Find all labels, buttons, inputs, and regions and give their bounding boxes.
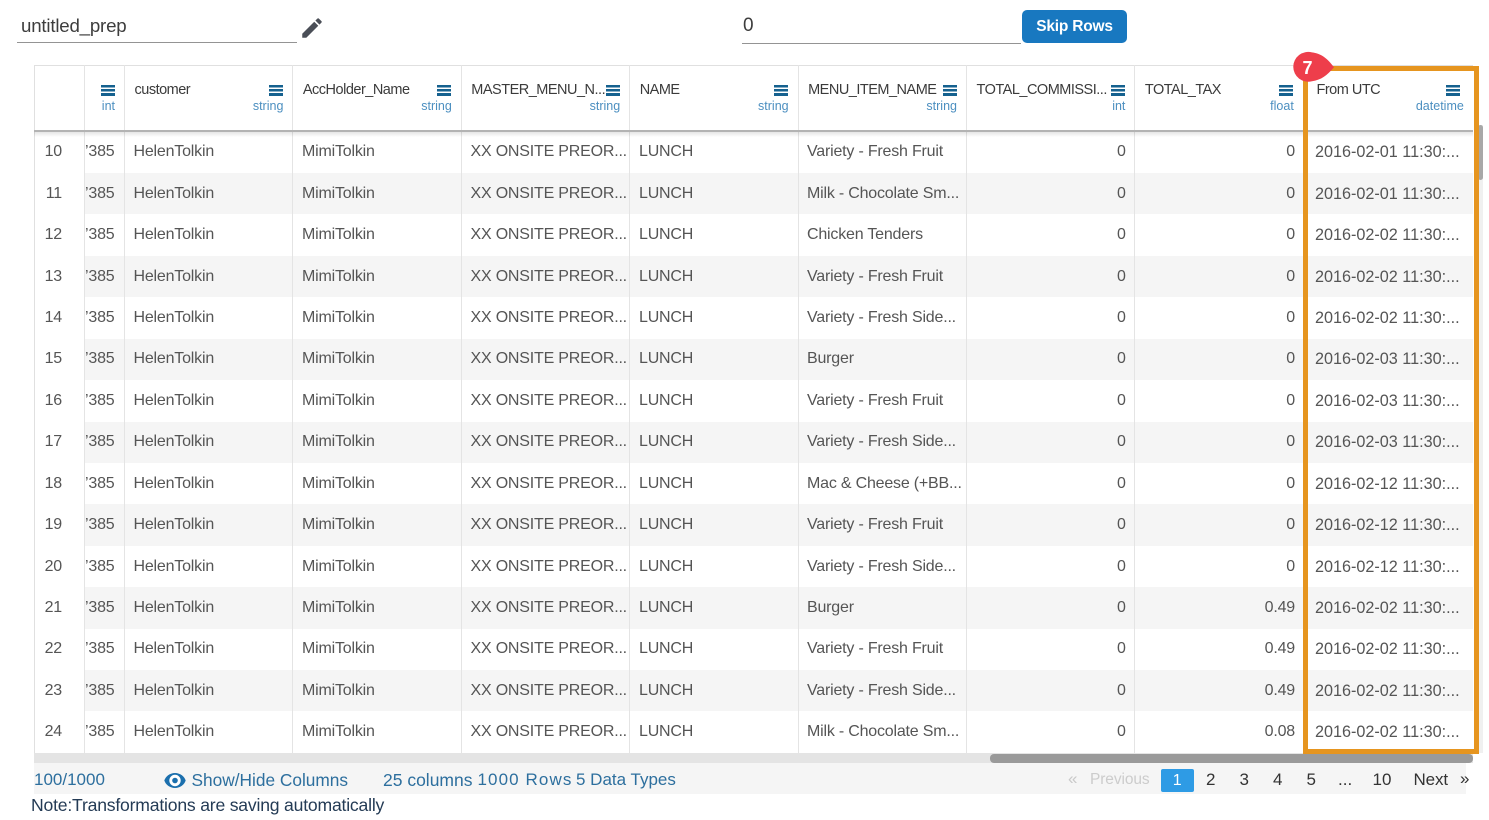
svg-text:7: 7 [1302, 58, 1312, 78]
